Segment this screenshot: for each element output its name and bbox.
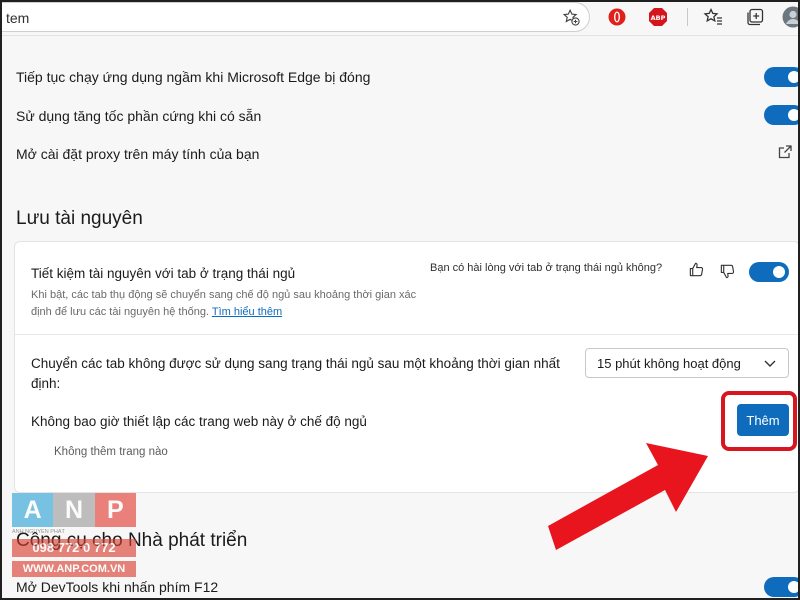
learn-more-link[interactable]: Tìm hiểu thêm (212, 306, 282, 318)
sleep-timeout-value: 15 phút không hoạt động (597, 356, 741, 371)
watermark-website: WWW.ANP.COM.VN (12, 561, 136, 577)
no-sites-added-text: Không thêm trang nào (54, 446, 168, 458)
watermark-letter: P (94, 493, 136, 527)
sleeping-tabs-description: Khi bật, các tab thụ động sẽ chuyển sang… (31, 287, 431, 321)
background-apps-toggle[interactable] (764, 67, 800, 87)
hardware-acceleration-toggle[interactable] (764, 105, 800, 125)
thumbs-up-icon[interactable] (687, 260, 705, 278)
hardware-acceleration-label: Sử dụng tăng tốc phần cứng khi có sẵn (16, 108, 262, 124)
background-apps-label: Tiếp tục chạy ứng dụng ngầm khi Microsof… (16, 69, 371, 85)
watermark-subtitle: ANH NGUYÊN PHÁT (12, 529, 65, 535)
collections-icon[interactable] (744, 6, 766, 28)
feedback-question: Bạn có hài lòng với tab ở trạng thái ngủ… (430, 262, 663, 274)
never-sleep-label: Không bao giờ thiết lập các trang web nà… (31, 414, 367, 429)
adblock-plus-icon[interactable]: ABP (647, 6, 669, 28)
address-bar-text: tem (6, 10, 30, 26)
watermark-letter: A (12, 493, 54, 527)
watermark-letters: A N P (12, 493, 136, 527)
arrow-annotation (548, 443, 708, 550)
opera-icon[interactable] (606, 6, 628, 28)
thumbs-down-icon[interactable] (718, 262, 736, 280)
save-resources-heading: Lưu tài nguyên (16, 208, 143, 229)
anp-watermark-logo: A N P ANH NGUYÊN PHÁT 098 772 0 772 WWW.… (12, 493, 136, 590)
sleep-timeout-dropdown[interactable]: 15 phút không hoạt động (585, 348, 789, 378)
address-bar[interactable]: tem (0, 2, 590, 32)
toolbar-divider (687, 8, 688, 26)
sleeping-tabs-toggle[interactable] (749, 262, 789, 282)
sleeping-tabs-label: Tiết kiệm tài nguyên với tab ở trạng thá… (31, 266, 296, 281)
sleep-after-label: Chuyển các tab không được sử dụng sang t… (31, 356, 560, 391)
chevron-down-icon (762, 355, 778, 376)
watermark-letter: N (53, 493, 95, 527)
watermark-phone: 098 772 0 772 (12, 539, 136, 557)
profile-avatar-icon[interactable] (782, 6, 800, 28)
card-divider (15, 334, 799, 335)
external-link-icon[interactable] (776, 143, 794, 161)
add-site-button[interactable]: Thêm (737, 404, 789, 436)
svg-text:ABP: ABP (651, 14, 666, 22)
proxy-settings-label[interactable]: Mở cài đặt proxy trên máy tính của bạn (16, 146, 259, 162)
favorites-icon[interactable] (702, 6, 724, 28)
browser-toolbar: tem ABP (0, 0, 800, 36)
devtools-f12-toggle[interactable] (764, 577, 800, 597)
favorites-add-icon[interactable] (560, 6, 582, 28)
